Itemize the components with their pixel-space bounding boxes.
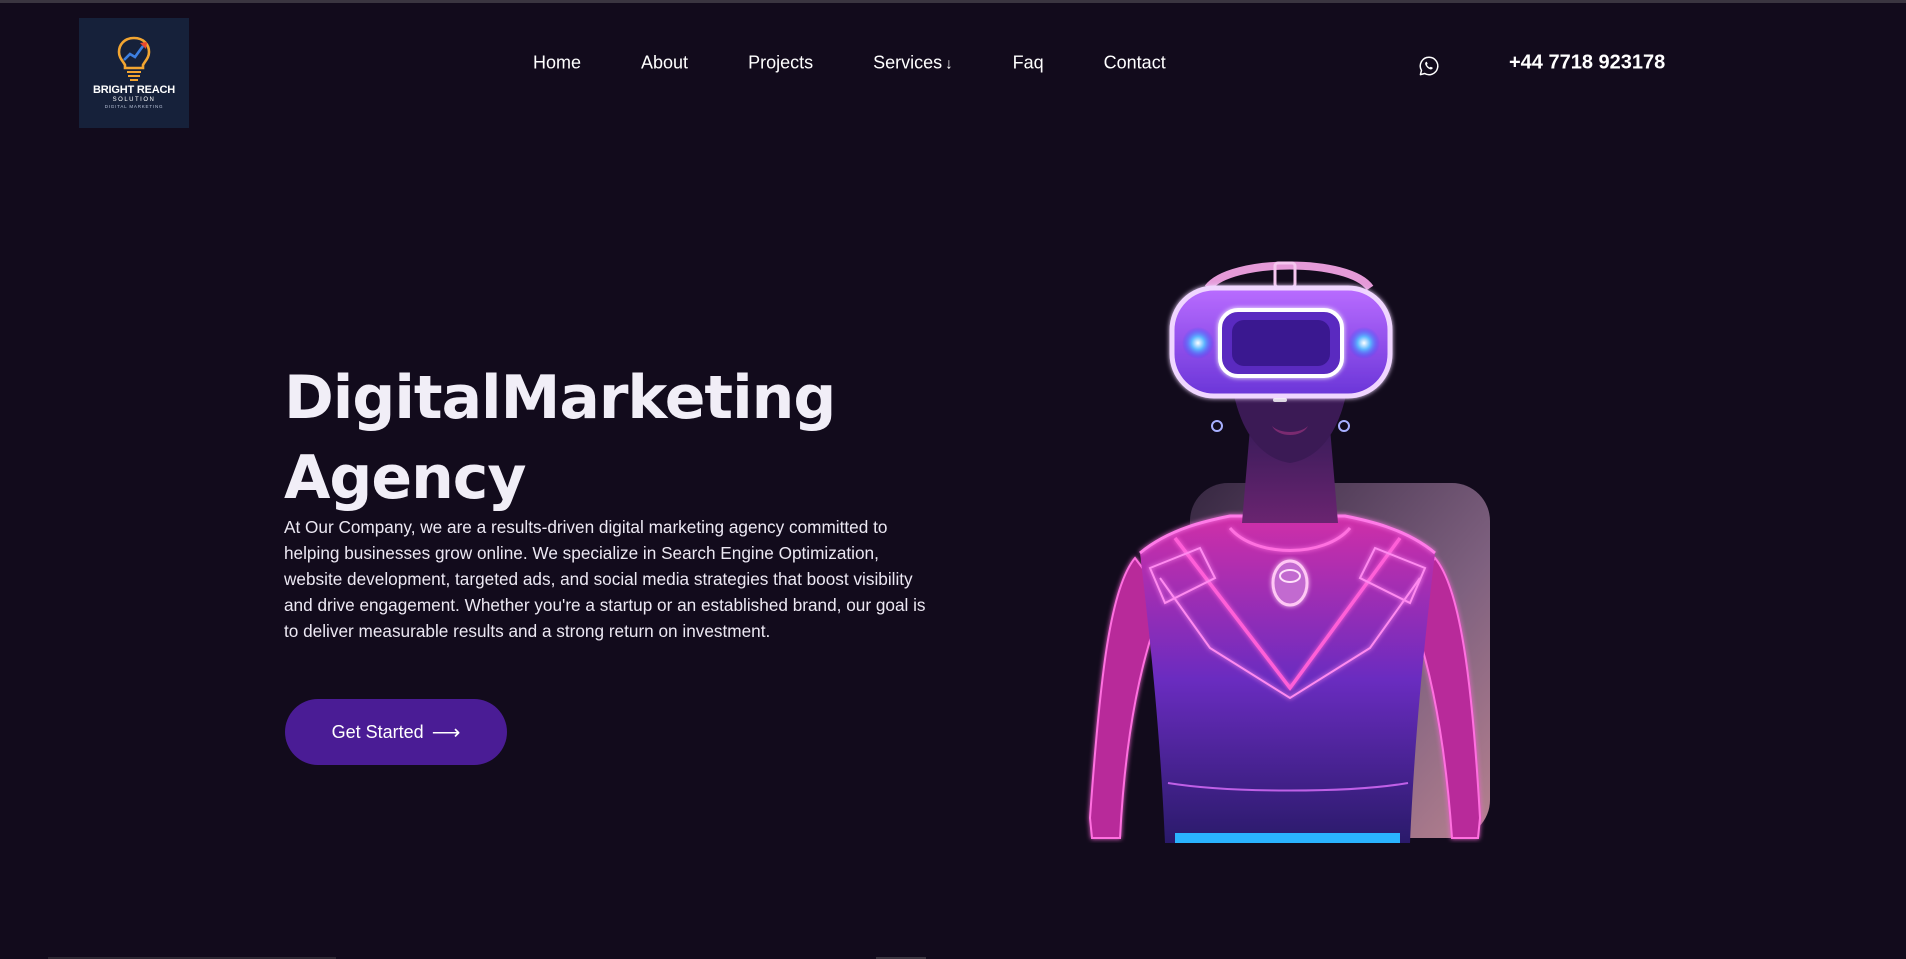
whatsapp-icon[interactable] bbox=[1418, 55, 1440, 77]
nav-item-about[interactable]: About bbox=[641, 53, 688, 74]
hero-description: At Our Company, we are a results-driven … bbox=[284, 517, 926, 641]
hero-title-line-2: Agency bbox=[284, 443, 526, 513]
get-started-button[interactable]: Get Started ⟶ bbox=[285, 699, 507, 765]
phone-number[interactable]: +44 7718 923178 bbox=[1509, 52, 1665, 75]
arrow-down-icon: ↓ bbox=[945, 55, 953, 73]
nav-item-services[interactable]: Services ↓ bbox=[873, 53, 953, 74]
page: BRIGHT REACH SOLUTION DIGITAL MARKETING … bbox=[0, 0, 1906, 959]
nav-item-contact[interactable]: Contact bbox=[1104, 53, 1166, 74]
brand-logo[interactable]: BRIGHT REACH SOLUTION DIGITAL MARKETING bbox=[79, 18, 189, 128]
nav-item-services-label: Services bbox=[873, 52, 943, 73]
vr-headset-figure-image bbox=[1088, 261, 1490, 843]
nav-item-projects[interactable]: Projects bbox=[748, 53, 813, 74]
logo-subtitle: SOLUTION bbox=[112, 97, 156, 103]
logo-title: BRIGHT REACH bbox=[93, 84, 175, 96]
arrow-right-icon: ⟶ bbox=[431, 721, 461, 744]
main-nav: Home About Projects Services ↓ Faq Contac… bbox=[533, 53, 1166, 74]
lightbulb-icon bbox=[117, 36, 151, 81]
hero-title-line-1: DigitalMarketing bbox=[284, 363, 836, 433]
hero-title: DigitalMarketing Agency bbox=[284, 358, 836, 518]
logo-tagline: DIGITAL MARKETING bbox=[104, 104, 164, 109]
get-started-label: Get Started bbox=[331, 721, 424, 742]
nav-item-faq[interactable]: Faq bbox=[1013, 53, 1044, 74]
nav-item-home[interactable]: Home bbox=[533, 53, 581, 74]
